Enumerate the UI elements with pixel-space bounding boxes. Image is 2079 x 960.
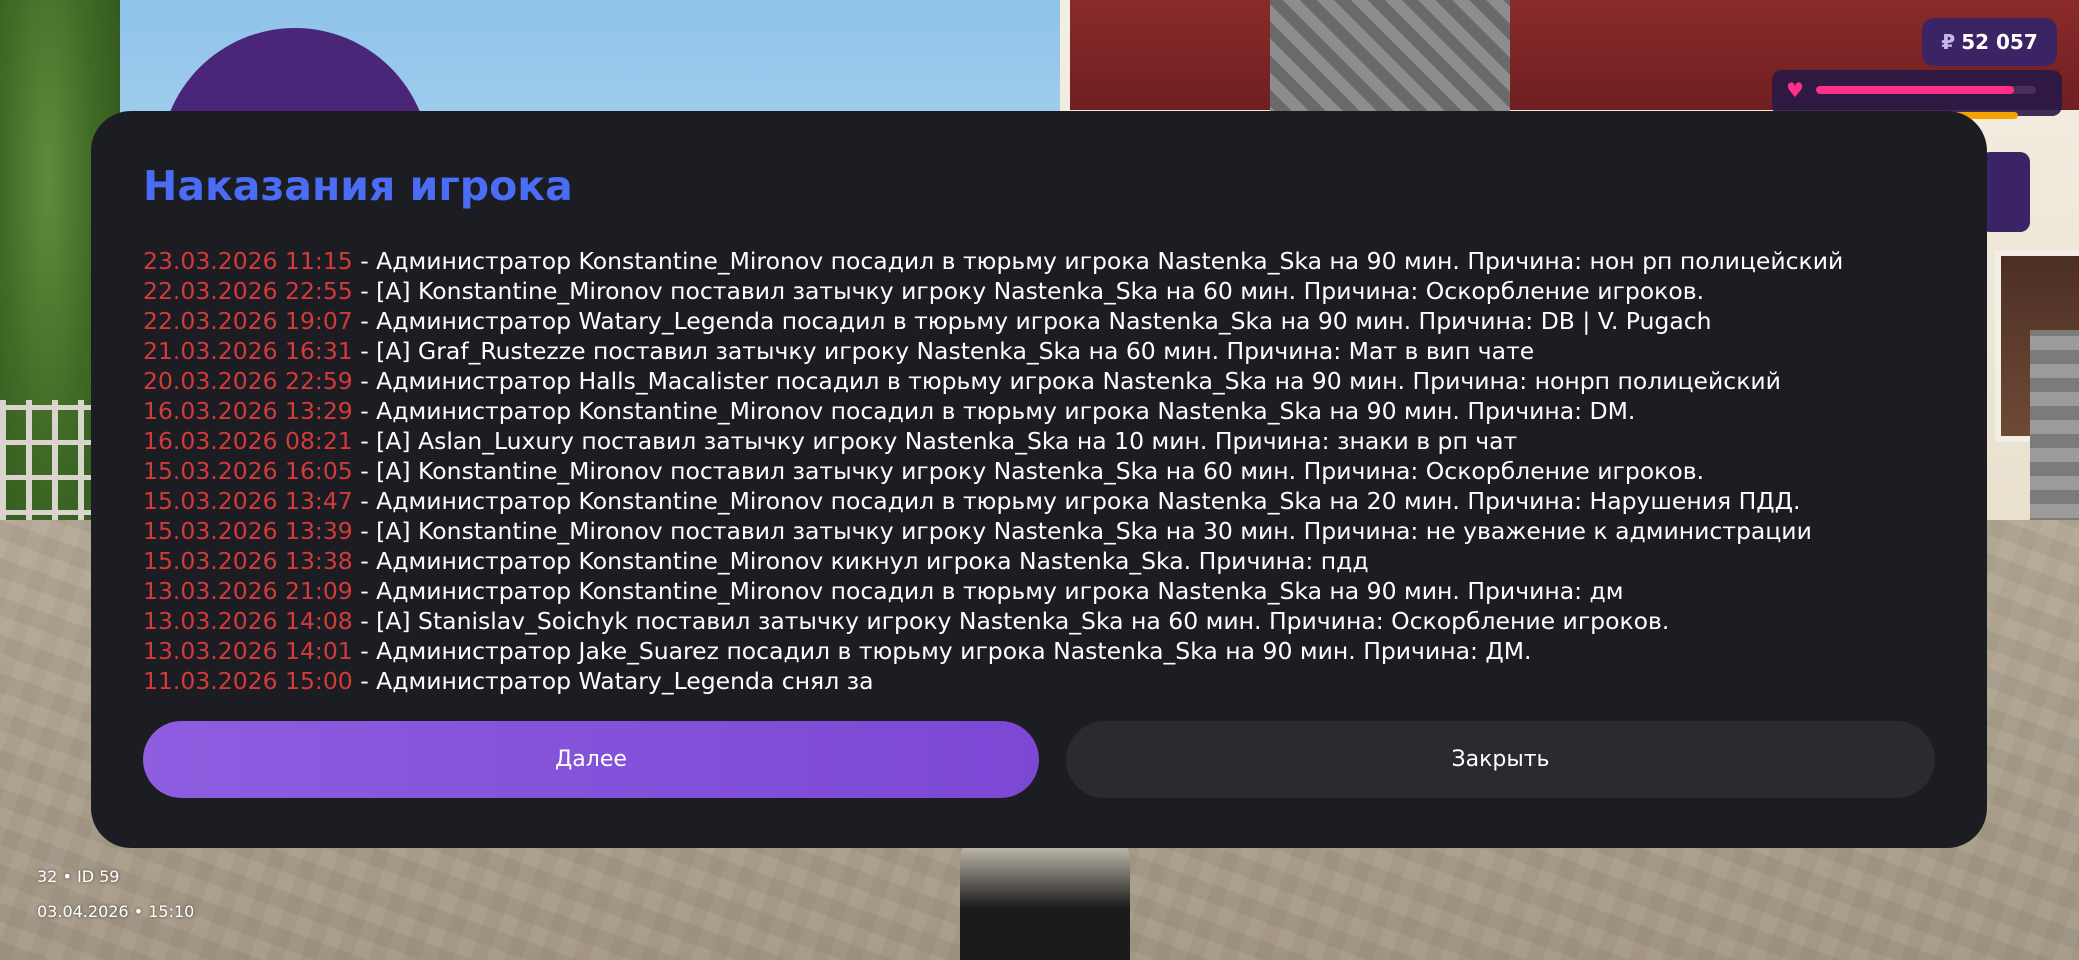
ruble-icon: ₽ bbox=[1941, 30, 1956, 54]
entry-text: - Администратор Konstantine_Mironov кикн… bbox=[352, 547, 1369, 576]
entry-date: 13.03.2026 14:08 bbox=[143, 607, 353, 636]
punishment-entry: 15.03.2026 16:05 - [A] Konstantine_Miron… bbox=[143, 456, 1935, 486]
entry-text: - [A] Konstantine_Mironov поставил затыч… bbox=[352, 277, 1705, 306]
punishment-entry: 16.03.2026 08:21 - [A] Aslan_Luxury пост… bbox=[143, 426, 1935, 456]
health-bar bbox=[1816, 86, 2036, 94]
entry-text: - [A] Aslan_Luxury поставил затычку игро… bbox=[352, 427, 1518, 456]
entry-date: 13.03.2026 21:09 bbox=[143, 577, 353, 606]
entry-date: 22.03.2026 19:07 bbox=[143, 307, 353, 336]
entry-date: 21.03.2026 16:31 bbox=[143, 337, 353, 366]
server-info: 32 • ID 59 bbox=[37, 867, 120, 886]
punishment-list: 23.03.2026 11:15 - Администратор Konstan… bbox=[143, 246, 1935, 696]
entry-text: - Администратор Watary_Legenda снял за bbox=[352, 667, 874, 696]
entry-date: 16.03.2026 08:21 bbox=[143, 427, 353, 456]
punishment-entry: 16.03.2026 13:29 - Администратор Konstan… bbox=[143, 396, 1935, 426]
entry-text: - Администратор Watary_Legenda посадил в… bbox=[352, 307, 1712, 336]
player-character bbox=[960, 830, 1130, 960]
entry-date: 15.03.2026 13:39 bbox=[143, 517, 353, 546]
entry-text: - Администратор Halls_Macalister посадил… bbox=[352, 367, 1781, 396]
punishment-entry: 13.03.2026 14:01 - Администратор Jake_Su… bbox=[143, 636, 1935, 666]
entry-date: 15.03.2026 13:47 bbox=[143, 487, 353, 516]
punishment-entry: 15.03.2026 13:38 - Администратор Konstan… bbox=[143, 546, 1935, 576]
heart-icon: ♥ bbox=[1786, 78, 1804, 102]
entry-text: - Администратор Konstantine_Mironov поса… bbox=[352, 577, 1624, 606]
entry-date: 15.03.2026 16:05 bbox=[143, 457, 353, 486]
entry-date: 20.03.2026 22:59 bbox=[143, 367, 353, 396]
punishment-entry: 13.03.2026 14:08 - [A] Stanislav_Soichyk… bbox=[143, 606, 1935, 636]
current-datetime: 03.04.2026 • 15:10 bbox=[37, 902, 195, 921]
punishment-entry: 22.03.2026 22:55 - [A] Konstantine_Miron… bbox=[143, 276, 1935, 306]
money-amount: 52 057 bbox=[1961, 30, 2038, 54]
health-bar-fill bbox=[1816, 86, 2014, 94]
entry-text: - [A] Konstantine_Mironov поставил затыч… bbox=[352, 457, 1705, 486]
close-button[interactable]: Закрыть bbox=[1066, 721, 1935, 798]
dialog-buttons: Далее Закрыть bbox=[143, 721, 1935, 798]
entry-text: - [A] Stanislav_Soichyk поставил затычку… bbox=[352, 607, 1670, 636]
punishments-dialog: Наказания игрока 23.03.2026 11:15 - Адми… bbox=[91, 111, 1987, 848]
entry-date: 23.03.2026 11:15 bbox=[143, 247, 353, 276]
punishment-entry: 22.03.2026 19:07 - Администратор Watary_… bbox=[143, 306, 1935, 336]
entry-text: - Администратор Konstantine_Mironov поса… bbox=[352, 487, 1801, 516]
entry-text: - [A] Konstantine_Mironov поставил затыч… bbox=[352, 517, 1812, 546]
entry-date: 13.03.2026 14:01 bbox=[143, 637, 353, 666]
punishment-entry: 15.03.2026 13:39 - [A] Konstantine_Miron… bbox=[143, 516, 1935, 546]
health-panel: ♥ bbox=[1772, 70, 2062, 116]
entry-date: 22.03.2026 22:55 bbox=[143, 277, 353, 306]
punishment-entry: 13.03.2026 21:09 - Администратор Konstan… bbox=[143, 576, 1935, 606]
entry-date: 15.03.2026 13:38 bbox=[143, 547, 353, 576]
punishment-entry: 15.03.2026 13:47 - Администратор Konstan… bbox=[143, 486, 1935, 516]
entry-text: - Администратор Konstantine_Mironov поса… bbox=[352, 397, 1636, 426]
punishment-entry: 21.03.2026 16:31 - [A] Graf_Rustezze пос… bbox=[143, 336, 1935, 366]
next-button[interactable]: Далее bbox=[143, 721, 1039, 798]
punishment-entry: 20.03.2026 22:59 - Администратор Halls_M… bbox=[143, 366, 1935, 396]
money-display: ₽ 52 057 bbox=[1922, 18, 2057, 66]
entry-date: 16.03.2026 13:29 bbox=[143, 397, 353, 426]
game-scene: ₽ 52 057 ♥ Наказания игрока 23.03.2026 1… bbox=[0, 0, 2079, 960]
avatar-slot bbox=[1980, 152, 2030, 232]
entry-text: - [A] Graf_Rustezze поставил затычку игр… bbox=[352, 337, 1535, 366]
punishment-entry: 23.03.2026 11:15 - Администратор Konstan… bbox=[143, 246, 1935, 276]
dialog-title: Наказания игрока bbox=[143, 162, 573, 210]
entry-text: - Администратор Jake_Suarez посадил в тю… bbox=[352, 637, 1532, 666]
entry-date: 11.03.2026 15:00 bbox=[143, 667, 353, 696]
punishment-entry: 11.03.2026 15:00 - Администратор Watary_… bbox=[143, 666, 1935, 696]
entry-text: - Администратор Konstantine_Mironov поса… bbox=[352, 247, 1844, 276]
